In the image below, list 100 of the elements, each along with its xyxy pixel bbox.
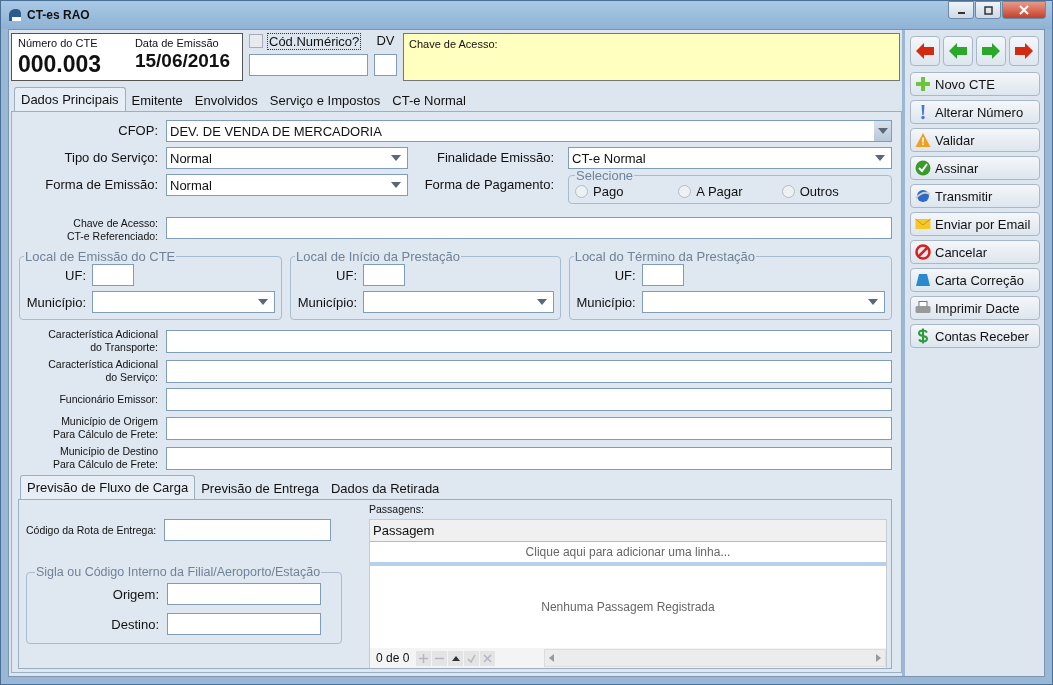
printer-icon <box>915 300 931 316</box>
close-icon[interactable] <box>480 650 496 666</box>
action-button[interactable]: Cancelar <box>910 240 1040 264</box>
action-button[interactable]: Assinar <box>910 156 1040 180</box>
text-field[interactable] <box>166 359 892 383</box>
field-label: Município de Destino Para Cálculo de Frete: <box>52 445 158 471</box>
group-title: Selecione <box>575 168 635 183</box>
field-label: Característica Adicional do Serviço: <box>48 358 158 384</box>
municipio-dropdown[interactable] <box>92 291 275 313</box>
uf-field[interactable] <box>363 264 405 286</box>
tab[interactable]: Dados Principais <box>14 87 126 111</box>
radio-button[interactable] <box>678 184 692 198</box>
field-label: CFOP: <box>118 122 158 138</box>
destino-field[interactable] <box>167 613 321 635</box>
action-button[interactable]: Alterar Número <box>910 100 1040 124</box>
uf-field[interactable] <box>641 264 684 286</box>
field-label: Destino: <box>110 616 159 632</box>
uf-field[interactable] <box>92 264 134 286</box>
dropdown-caret-icon <box>877 128 888 134</box>
close-button[interactable] <box>1002 1 1046 19</box>
field-label: Código da Rota de Entrega: <box>26 523 157 537</box>
chave-label: Chave de Acesso: <box>409 38 498 50</box>
action-button[interactable]: Contas Receber <box>910 324 1040 348</box>
field-label: UF: <box>64 267 86 283</box>
prohibited-icon <box>915 244 931 260</box>
dv-label: DV <box>376 33 395 50</box>
tab[interactable]: Emitente <box>125 89 189 111</box>
action-button[interactable]: Carta Correção <box>910 268 1040 292</box>
field-label: Origem: <box>111 586 159 602</box>
rota-field[interactable] <box>164 519 331 541</box>
tab[interactable]: Previsão de Fluxo de Carga <box>20 475 196 499</box>
text-field[interactable] <box>166 446 892 470</box>
column-header[interactable]: Passagem <box>370 520 886 542</box>
finalidade-dropdown[interactable]: CT-e Normal <box>568 147 892 169</box>
envelope-icon <box>915 216 931 232</box>
next-button[interactable] <box>976 36 1006 66</box>
action-button[interactable]: Transmitir <box>910 184 1040 208</box>
chave-referenciado-field[interactable] <box>166 217 892 239</box>
municipio-dropdown[interactable] <box>363 291 554 313</box>
minimize-icon <box>957 12 965 14</box>
text-field[interactable] <box>166 416 892 440</box>
record-counter: 0 de 0 <box>376 651 410 665</box>
field-label: Tipo do Serviço: <box>64 149 158 165</box>
cfop-dropdown[interactable]: DEV. DE VENDA DE MERCADORIA <box>166 120 892 142</box>
tipo-servico-dropdown[interactable]: Normal <box>166 147 408 169</box>
field-label: Município: <box>25 294 86 310</box>
tab[interactable]: Dados da Retirada <box>324 477 446 499</box>
checkmark-icon[interactable] <box>464 650 480 666</box>
checkmark-icon <box>915 160 931 176</box>
checkbox[interactable] <box>249 34 263 48</box>
tab[interactable]: Envolvidos <box>188 89 264 111</box>
field-label: Característica Adicional do Transporte: <box>48 328 158 354</box>
add-icon[interactable] <box>416 650 432 666</box>
group-title: Local do Término da Prestação <box>573 249 757 264</box>
text-field[interactable] <box>166 388 892 411</box>
previous-button[interactable] <box>910 36 940 66</box>
radio-option[interactable]: Pago <box>575 183 679 199</box>
origem-field[interactable] <box>167 583 321 605</box>
app-icon <box>7 7 23 23</box>
tab[interactable]: Previsão de Entrega <box>195 477 325 499</box>
close-icon <box>1019 5 1029 15</box>
radio-option[interactable]: Outros <box>781 183 885 199</box>
field-label: Funcionário Emissor: <box>59 393 158 406</box>
tab[interactable]: CT-e Normal <box>386 89 472 111</box>
empty-message: Nenhuma Passagem Registrada <box>541 600 715 614</box>
globe-icon <box>915 188 931 204</box>
window-title: CT-es RAO <box>27 8 90 22</box>
radio-button[interactable] <box>575 184 588 198</box>
forma-emissao-dropdown[interactable]: Normal <box>166 174 408 196</box>
dropdown-caret-icon <box>875 155 885 161</box>
tab[interactable]: Serviço e Impostos <box>263 89 387 111</box>
warning-icon <box>915 132 931 148</box>
dropdown-caret-icon <box>868 299 878 305</box>
action-button[interactable]: Enviar por Email <box>910 212 1040 236</box>
dv-field[interactable] <box>374 54 397 76</box>
plus-icon <box>915 76 931 92</box>
minimize-button[interactable] <box>948 1 974 19</box>
add-row-prompt[interactable]: Clique aqui para adicionar uma linha... <box>370 542 886 566</box>
action-button[interactable]: Imprimir Dacte <box>910 296 1040 320</box>
horizontal-scrollbar[interactable] <box>544 649 886 667</box>
field-label: Município de Origem Para Cálculo de Frete: <box>52 415 158 441</box>
radio-button[interactable] <box>781 184 795 198</box>
dollar-icon <box>915 328 931 344</box>
municipio-dropdown[interactable] <box>641 291 885 313</box>
maximize-button[interactable] <box>975 1 1001 19</box>
previous-button[interactable] <box>943 36 973 66</box>
scroll-left-icon[interactable] <box>549 654 555 662</box>
action-button[interactable]: Novo CTE <box>910 72 1040 96</box>
next-button[interactable] <box>1009 36 1039 66</box>
action-button[interactable]: Validar <box>910 128 1040 152</box>
cod-numerico-field[interactable] <box>249 54 368 76</box>
field-label: Forma de Pagamento: <box>424 176 554 192</box>
data-value: 15/06/2016 <box>134 50 230 72</box>
text-field[interactable] <box>166 329 892 353</box>
scroll-right-icon[interactable] <box>876 654 881 662</box>
trapezoid-icon <box>915 272 931 288</box>
group-title: Local de Início da Prestação <box>295 249 462 264</box>
passagens-label: Passagens: <box>369 503 425 516</box>
radio-option[interactable]: A Pagar <box>678 183 782 199</box>
up-icon[interactable] <box>448 650 464 666</box>
